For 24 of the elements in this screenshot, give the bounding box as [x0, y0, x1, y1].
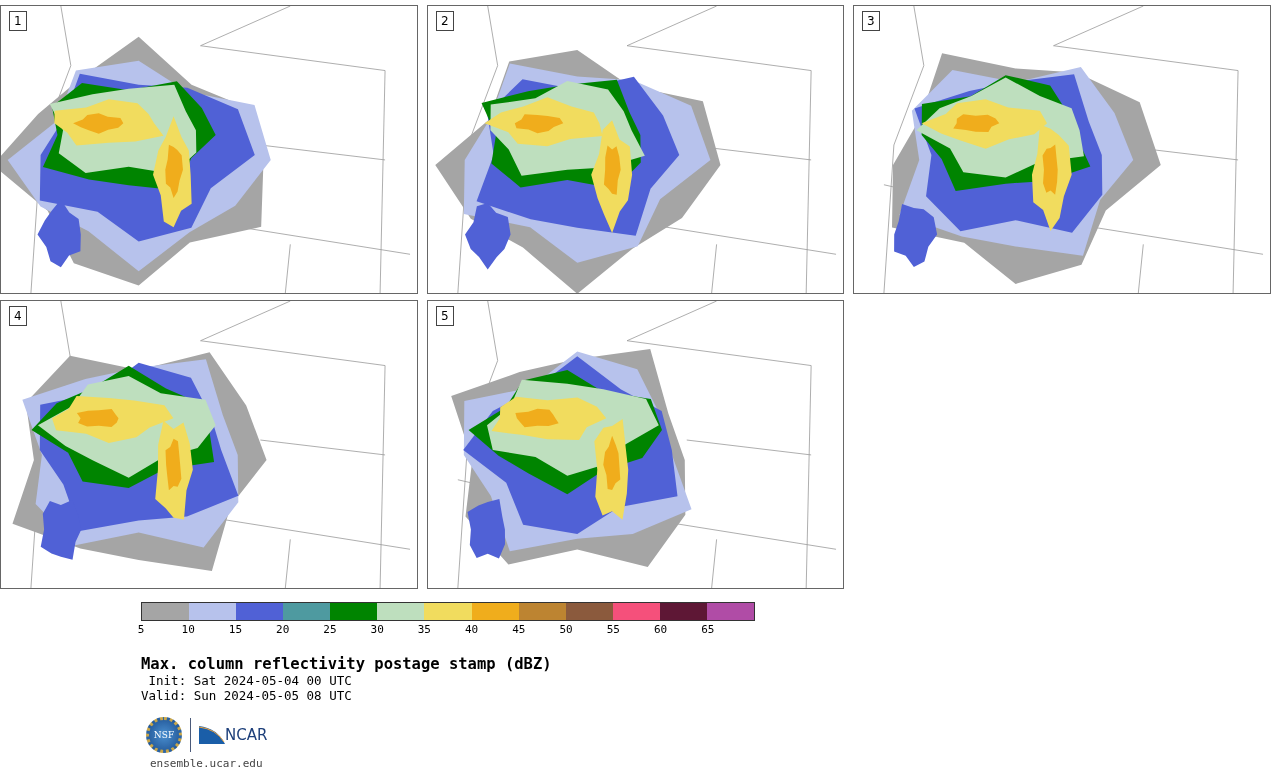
nsf-logo: NSF	[146, 717, 182, 753]
colorbar-tick-label: 15	[228, 623, 243, 636]
colorbar-tick-label: 50	[559, 623, 573, 636]
panel-number: 1	[9, 11, 27, 31]
valid-time: Valid: Sun 2024-05-05 08 UTC	[141, 688, 353, 703]
ncar-logo: NCAR	[199, 726, 268, 744]
colorbar-tick-label: 5	[137, 623, 145, 636]
panel-number: 3	[862, 11, 880, 31]
panel-number: 2	[436, 11, 454, 31]
colorbar-tick-label: 65	[701, 623, 715, 636]
colorbar-tick-label: 40	[465, 623, 479, 636]
colorbar-tick-label: 45	[512, 623, 526, 636]
init-time: Init: Sat 2024-05-04 00 UTC	[147, 673, 353, 688]
panel-number: 4	[9, 306, 27, 326]
colorbar-tick-label: 55	[606, 623, 620, 636]
website-link[interactable]: ensemble.ucar.edu	[150, 757, 1280, 770]
colorbar-tick-label: 10	[181, 623, 195, 636]
colorbar-tick-label: 30	[370, 623, 384, 636]
colorbar-tick-label: 60	[653, 623, 668, 636]
colorbar-tick-label: 20	[276, 623, 290, 636]
panel-number: 5	[436, 306, 454, 326]
colorbar-tick-label: 25	[323, 623, 337, 636]
colorbar-tick-label: 35	[417, 623, 431, 636]
chart-title: Max. column reflectivity postage stamp (dBZ)	[141, 655, 553, 673]
